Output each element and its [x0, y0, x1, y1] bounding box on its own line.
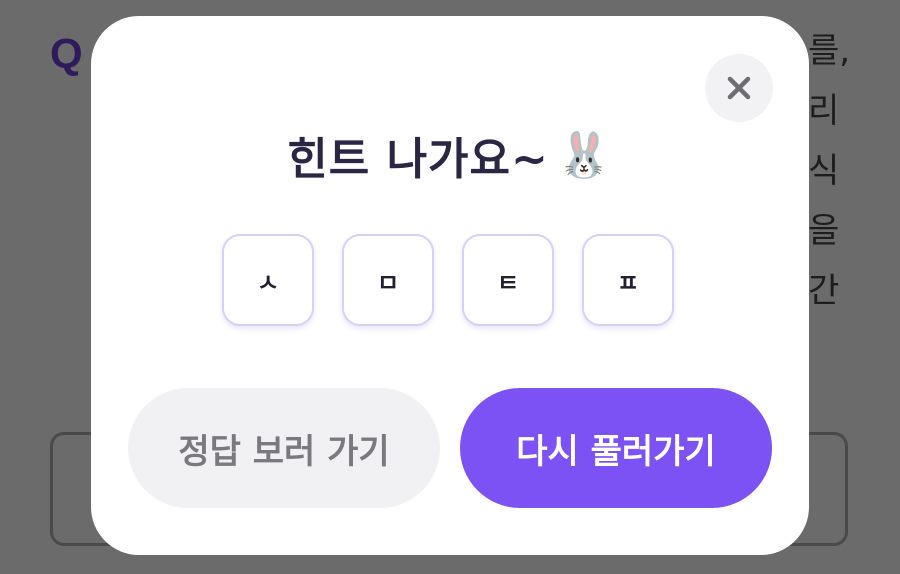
retry-button[interactable]: 다시 풀러가기 [460, 388, 772, 508]
hint-tile: ㅅ [222, 234, 314, 326]
close-button[interactable] [705, 54, 773, 122]
background-text-line: 을 [808, 211, 840, 251]
modal-title: 힌트 나가요~ 🐰 [91, 120, 809, 190]
background-text-line: 식 [808, 151, 840, 191]
question-marker: Q [50, 30, 83, 77]
background-text-line: 리 [808, 91, 840, 131]
hint-tile: ㅁ [342, 234, 434, 326]
hint-tiles: ㅅ ㅁ ㅌ ㅍ [222, 234, 682, 330]
hint-modal: 힌트 나가요~ 🐰 ㅅ ㅁ ㅌ ㅍ 정답 보러 가기 다시 풀러가기 [91, 16, 809, 555]
modal-title-text: 힌트 나가요~ [287, 134, 549, 185]
hint-tile: ㅍ [582, 234, 674, 326]
rabbit-icon: 🐰 [556, 130, 613, 181]
background-text-line: 를, [808, 31, 851, 71]
hint-tile: ㅌ [462, 234, 554, 326]
view-answer-button[interactable]: 정답 보러 가기 [128, 388, 440, 508]
close-icon [727, 76, 751, 100]
background-text-line: 간 [808, 271, 840, 311]
